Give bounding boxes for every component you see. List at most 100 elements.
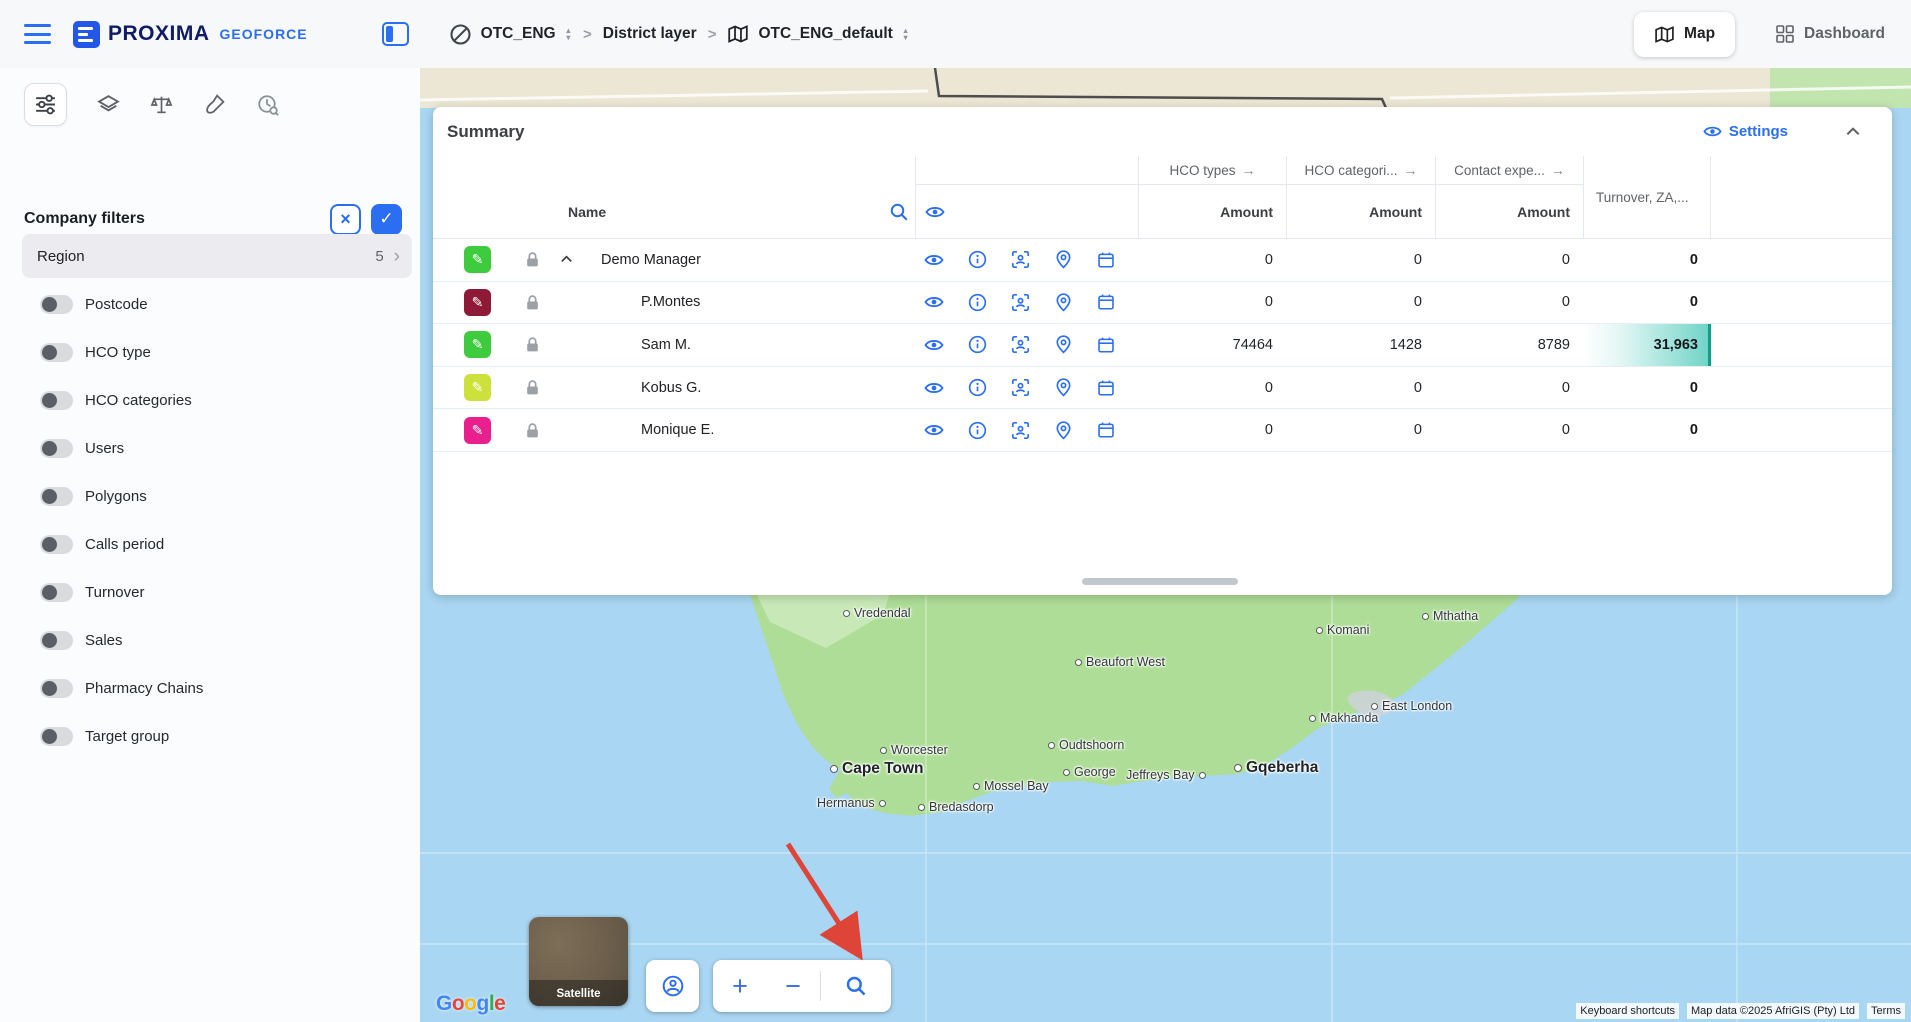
apply-filters-button[interactable]: ✓: [371, 204, 402, 235]
layer-select-arrows-icon[interactable]: ▲▼: [902, 27, 909, 41]
row-calendar-icon[interactable]: [1097, 336, 1115, 354]
row-eye-icon[interactable]: [924, 420, 944, 440]
toggle-hco-type[interactable]: HCO type: [24, 328, 420, 376]
breadcrumb-level[interactable]: District layer: [603, 25, 697, 43]
row-calendar-icon[interactable]: [1097, 293, 1115, 311]
breadcrumb-layer[interactable]: OTC_ENG_default: [758, 25, 892, 43]
search-icon[interactable]: [889, 202, 909, 222]
map-attribution: Keyboard shortcuts Map data ©2025 AfriGI…: [1576, 1003, 1905, 1019]
toggle-polygons[interactable]: Polygons: [24, 472, 420, 520]
row-focus-icon[interactable]: [1011, 250, 1030, 269]
toggle-switch[interactable]: [40, 439, 73, 458]
row-eye-icon[interactable]: [924, 292, 944, 312]
zoom-in-button[interactable]: +: [714, 960, 767, 1012]
toggle-switch[interactable]: [40, 535, 73, 554]
edit-pencil-icon[interactable]: ✎: [464, 374, 491, 401]
toggle-switch[interactable]: [40, 583, 73, 602]
zoom-area-search-button[interactable]: [821, 960, 891, 1012]
row-name[interactable]: Monique E.: [641, 422, 714, 438]
amount-cell: 0: [1286, 380, 1435, 396]
row-info-icon[interactable]: [968, 421, 987, 440]
row-info-icon[interactable]: [968, 378, 987, 397]
city-dot-icon: [918, 804, 925, 811]
toggle-turnover[interactable]: Turnover: [24, 568, 420, 616]
satellite-layer-button[interactable]: Satellite: [529, 917, 628, 1006]
clear-filters-button[interactable]: ×: [330, 204, 361, 235]
toggle-users[interactable]: Users: [24, 424, 420, 472]
breadcrumb-project[interactable]: OTC_ENG: [481, 25, 556, 43]
table-row[interactable]: ✎ Sam M. 74464 1428 8789 31,963: [433, 324, 1892, 367]
edit-pencil-icon[interactable]: ✎: [464, 417, 491, 444]
history-search-tool-icon[interactable]: [256, 93, 279, 116]
table-row[interactable]: ✎ Kobus G. 0 0 0 0: [433, 367, 1892, 410]
dashboard-view-button[interactable]: Dashboard: [1775, 24, 1885, 44]
row-info-icon[interactable]: [968, 250, 987, 269]
sidebar-toggle-icon[interactable]: [382, 22, 409, 46]
toggle-switch[interactable]: [40, 631, 73, 650]
row-info-icon[interactable]: [968, 335, 987, 354]
toggle-target-group[interactable]: Target group: [24, 712, 420, 760]
city-dot-icon: [843, 610, 850, 617]
row-location-icon[interactable]: [1054, 378, 1073, 397]
filters-tool-icon[interactable]: [24, 83, 67, 126]
collapse-panel-icon[interactable]: [1844, 123, 1862, 141]
toggle-switch[interactable]: [40, 727, 73, 746]
keyboard-shortcuts-link[interactable]: Keyboard shortcuts: [1576, 1003, 1679, 1019]
edit-pencil-icon[interactable]: ✎: [464, 246, 491, 273]
row-calendar-icon[interactable]: [1097, 379, 1115, 397]
row-location-icon[interactable]: [1054, 421, 1073, 440]
row-name[interactable]: Kobus G.: [641, 380, 701, 396]
project-select-arrows-icon[interactable]: ▲▼: [565, 27, 572, 41]
toggle-switch[interactable]: [40, 487, 73, 506]
row-name[interactable]: Sam M.: [641, 337, 691, 353]
table-row[interactable]: ✎ P.Montes 0 0 0 0: [433, 282, 1892, 325]
horizontal-scrollbar[interactable]: [1082, 578, 1238, 585]
region-filter-row[interactable]: Region 5 ›: [22, 234, 412, 278]
table-row[interactable]: ✎ Monique E. 0 0 0 0: [433, 409, 1892, 452]
toggle-calls-period[interactable]: Calls period: [24, 520, 420, 568]
locate-me-button[interactable]: [646, 960, 699, 1012]
row-calendar-icon[interactable]: [1097, 251, 1115, 269]
eye-icon[interactable]: [925, 202, 945, 222]
toggle-switch[interactable]: [40, 343, 73, 362]
settings-button[interactable]: Settings: [1703, 122, 1788, 141]
paint-tool-icon[interactable]: [203, 93, 226, 116]
column-group-contact-expenses[interactable]: Contact expe...→: [1435, 156, 1583, 185]
terms-link[interactable]: Terms: [1867, 1003, 1905, 1019]
row-eye-icon[interactable]: [924, 378, 944, 398]
edit-pencil-icon[interactable]: ✎: [464, 289, 491, 316]
table-row[interactable]: ✎ Demo Manager 0 0 0 0: [433, 239, 1892, 282]
toggle-switch[interactable]: [40, 295, 73, 314]
layers-tool-icon[interactable]: [97, 93, 120, 116]
toggle-pharmacy-chains[interactable]: Pharmacy Chains: [24, 664, 420, 712]
map-view-button[interactable]: Map: [1634, 12, 1735, 57]
column-group-hco-types[interactable]: HCO types→: [1138, 156, 1286, 185]
toggle-switch[interactable]: [40, 679, 73, 698]
compare-scale-tool-icon[interactable]: [150, 93, 173, 116]
row-calendar-icon[interactable]: [1097, 421, 1115, 439]
column-turnover-header[interactable]: Turnover, ZA,...: [1583, 156, 1711, 238]
amount-cell: 0: [1435, 380, 1583, 396]
row-eye-icon[interactable]: [924, 335, 944, 355]
toggle-sales[interactable]: Sales: [24, 616, 420, 664]
row-focus-icon[interactable]: [1011, 293, 1030, 312]
toggle-hco-categories[interactable]: HCO categories: [24, 376, 420, 424]
row-name[interactable]: P.Montes: [641, 294, 700, 310]
row-focus-icon[interactable]: [1011, 421, 1030, 440]
toggle-switch[interactable]: [40, 391, 73, 410]
row-name[interactable]: Demo Manager: [601, 252, 701, 268]
zoom-out-button[interactable]: −: [767, 960, 820, 1012]
row-focus-icon[interactable]: [1011, 335, 1030, 354]
row-location-icon[interactable]: [1054, 250, 1073, 269]
collapse-row-icon[interactable]: [559, 252, 575, 267]
google-logo[interactable]: Google: [436, 992, 505, 1016]
column-group-hco-categories[interactable]: HCO categori...→: [1286, 156, 1435, 185]
row-location-icon[interactable]: [1054, 335, 1073, 354]
toggle-postcode[interactable]: Postcode: [24, 280, 420, 328]
row-location-icon[interactable]: [1054, 293, 1073, 312]
row-eye-icon[interactable]: [924, 250, 944, 270]
edit-pencil-icon[interactable]: ✎: [464, 331, 491, 358]
hamburger-menu-icon[interactable]: [24, 24, 51, 44]
row-focus-icon[interactable]: [1011, 378, 1030, 397]
row-info-icon[interactable]: [968, 293, 987, 312]
